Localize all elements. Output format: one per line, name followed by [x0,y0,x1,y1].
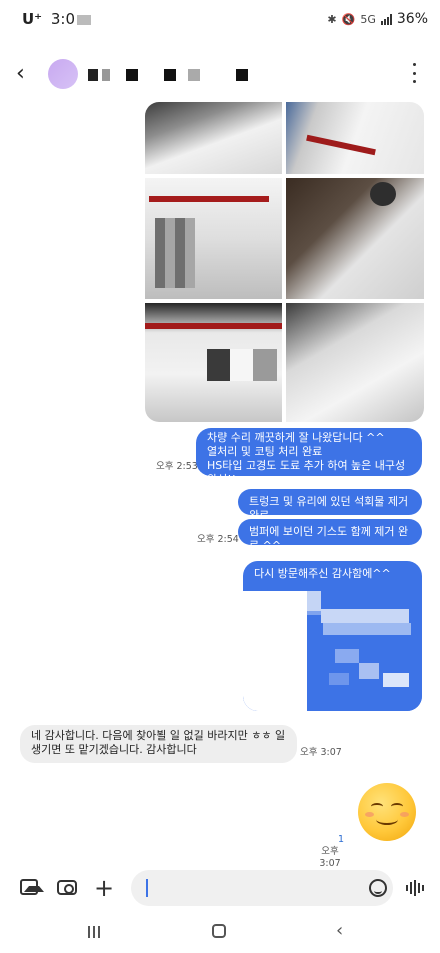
message-line: 생기면 또 맡기겠습니다. 감사합니다 [31,743,197,756]
message-line: 차량 수리 깨끗하게 잘 나왔답니다 ^^ [207,431,385,444]
smile-icon[interactable] [369,879,387,897]
sent-message-bubble[interactable]: 차량 수리 깨끗하게 잘 나왔답니다 ^^ 열처리 및 코팅 처리 완료 HS타… [196,428,422,486]
car-photo[interactable] [286,178,424,299]
gallery-icon[interactable] [20,879,44,895]
mosaic-redaction [155,218,195,288]
mosaic-redaction [207,349,277,381]
mosaic-redaction [243,591,307,711]
signal-icon [380,13,392,25]
message-line: 범퍼에 보이던 기스도 함께 제거 완료.^^ [249,525,409,552]
car-photo[interactable] [145,303,282,422]
carrier-label: U⁺ [22,10,43,28]
network-type: 5G [360,12,376,26]
received-message-bubble[interactable]: 네 감사합니다. 다음에 찾아뵐 일 없길 바라지만 ㅎㅎ 일 생기면 또 맡기… [20,725,297,763]
plus-icon[interactable]: + [94,876,116,900]
message-input-bar: + [0,868,440,908]
timestamp: 오후 2:54 [197,534,239,545]
home-icon[interactable] [212,924,226,938]
message-input[interactable] [131,870,393,906]
chat-header: ‹ [0,56,440,94]
status-right: ✱ 🔇 5G 36% [327,11,428,27]
contact-name-redacted[interactable] [88,69,248,83]
back-icon[interactable]: ‹ [336,920,343,941]
more-vertical-icon[interactable] [410,60,418,86]
status-left: U⁺ 3:0 [22,10,92,28]
recent-apps-icon[interactable] [88,926,100,938]
message-line: 다시 방문해주신 감사함에^^ [254,567,391,580]
emoji-message-meta: 1 오후 3:07 [310,834,350,870]
status-time: 3:0 [50,10,76,28]
message-line: 트렁크 및 유리에 있던 석회물 제거 완료 [249,495,409,522]
mosaic-redaction [307,591,321,611]
car-photo[interactable] [286,303,424,422]
avatar[interactable] [48,59,78,89]
bluetooth-icon: ✱ [327,12,337,26]
unread-count: 1 [337,834,345,845]
mosaic-redaction [323,623,411,635]
car-photo[interactable] [145,102,282,174]
system-nav-bar: ‹ [0,918,440,948]
camera-icon[interactable] [57,880,77,895]
sent-message-bubble[interactable]: 다시 방문해주신 감사함에^^ [243,561,422,711]
car-photo[interactable] [145,178,282,299]
mosaic-redaction [359,663,379,679]
timestamp: 오후 2:53 [156,461,198,472]
battery-level: 36% [396,11,428,27]
message-line: 네 감사합니다. 다음에 찾아뵐 일 없길 바라지만 ㅎㅎ 일 [31,729,286,742]
text-cursor [146,879,148,897]
photo-grid[interactable] [145,102,424,422]
message-line: 열처리 및 코팅 처리 완료 [207,445,323,458]
sent-message-bubble[interactable]: 트렁크 및 유리에 있던 석회물 제거 완료 [238,489,422,522]
timestamp: 오후 3:07 [300,747,342,758]
voice-icon[interactable] [406,880,428,896]
chevron-left-icon[interactable]: ‹ [16,62,38,86]
car-photo[interactable] [286,102,424,174]
message-line: HS타입 고경도 도료 추가 하여 높은 내구성 완성!! [207,459,406,486]
sent-message-bubble[interactable]: 범퍼에 보이던 기스도 함께 제거 완료.^^ [238,519,422,552]
mute-icon: 🔇 [341,12,356,26]
smiling-face-emoji[interactable] [358,783,416,841]
mosaic-redaction [383,673,409,687]
status-bar: U⁺ 3:0 ✱ 🔇 5G 36% [0,0,440,44]
timestamp: 오후 3:07 [319,846,341,869]
time-redaction [77,14,92,25]
mosaic-redaction [335,649,359,663]
mosaic-redaction [329,673,349,685]
mosaic-redaction [321,609,409,623]
